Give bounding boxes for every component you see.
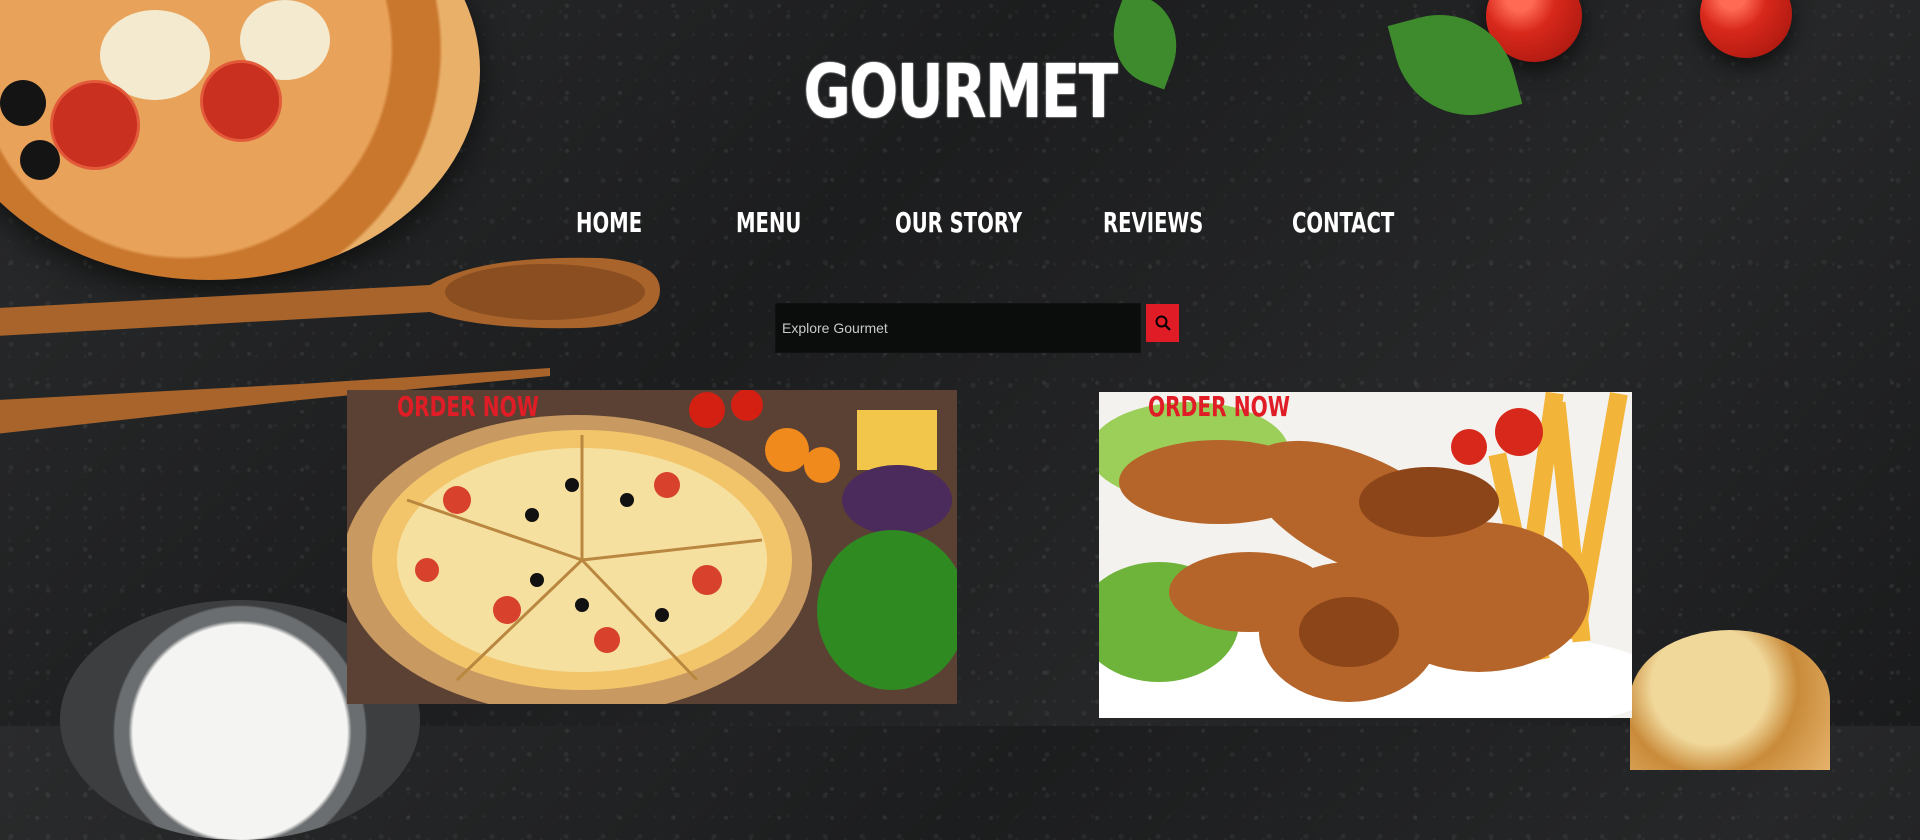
chicken-drumsticks-photo	[1099, 392, 1632, 718]
wooden-spoon-decoration	[0, 257, 660, 336]
nav-item-contact[interactable]: CONTACT	[1292, 206, 1394, 240]
nav-item-reviews[interactable]: REVIEWS	[1103, 206, 1203, 240]
nav-item-home[interactable]: HOME	[576, 206, 642, 240]
order-card-pizza[interactable]: ORDER NOW	[347, 390, 957, 704]
tomato-decoration	[1700, 0, 1792, 58]
search-field-container	[775, 303, 1141, 353]
nav-item-menu[interactable]: MENU	[736, 206, 801, 240]
search-input[interactable]	[776, 304, 1140, 352]
nav-item-our-story[interactable]: OUR STORY	[895, 206, 1022, 240]
search-icon	[1155, 315, 1171, 331]
pizza-photo	[347, 390, 957, 704]
order-now-label[interactable]: ORDER NOW	[397, 392, 539, 422]
order-now-label[interactable]: ORDER NOW	[1148, 392, 1290, 422]
pizza-slice-decoration	[1630, 630, 1830, 770]
search-button[interactable]	[1146, 304, 1179, 342]
pizza-decoration	[0, 0, 480, 280]
brand-logo[interactable]: GOURMET	[211, 52, 1709, 132]
order-card-chicken[interactable]: ORDER NOW	[1099, 392, 1632, 718]
